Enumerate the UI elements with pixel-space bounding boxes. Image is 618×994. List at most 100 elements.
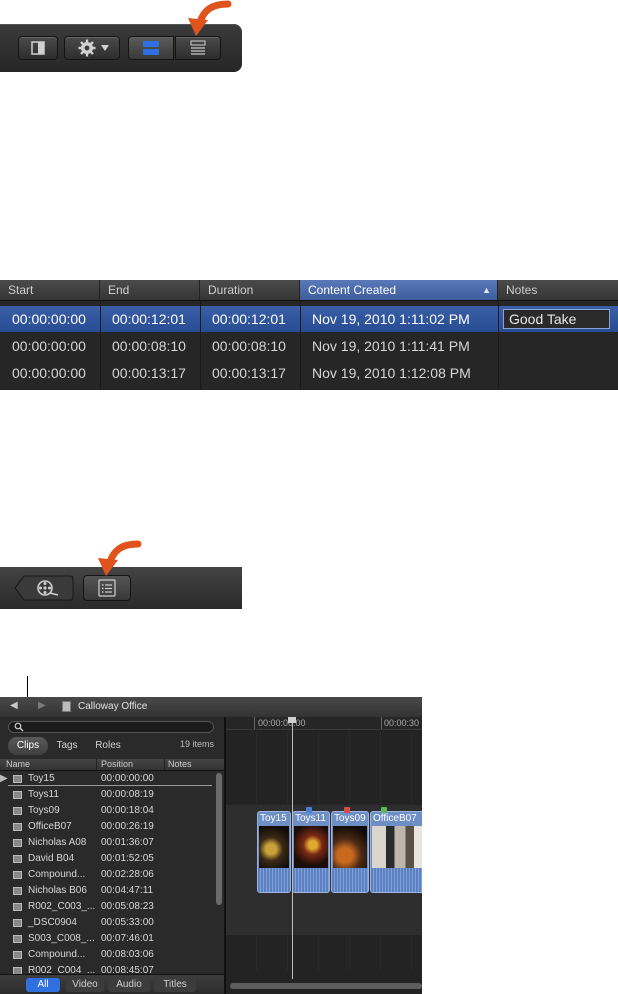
viewer-toggle-button[interactable]: [18, 36, 58, 60]
column-header-notes[interactable]: Notes: [498, 280, 618, 300]
timeline: 00:00:00:00 00:00:30 Toy15 Toys11 Toys09…: [226, 717, 422, 994]
column-header-label: Content Created: [308, 283, 397, 297]
content-created-cell: Nov 19, 2010 1:11:02 PM: [312, 311, 470, 327]
viewer-icon: [31, 41, 45, 55]
timeline-clip[interactable]: Toys11: [292, 811, 330, 893]
filmstrip-view-button[interactable]: [128, 36, 174, 60]
list-item[interactable]: Nicholas A08 00:01:36:07: [0, 835, 214, 851]
search-input[interactable]: [8, 721, 214, 733]
clip-icon: [13, 919, 22, 927]
column-header-end[interactable]: End: [100, 280, 200, 300]
column-header-content-created[interactable]: Content Created ▲: [300, 280, 498, 300]
clip-label: Toys09: [334, 813, 366, 824]
tab-titles[interactable]: Titles: [154, 978, 196, 992]
audio-waveform: [293, 868, 329, 892]
clip-label: Toys11: [295, 813, 326, 824]
clip-icon: [13, 935, 22, 943]
tab-video[interactable]: Video: [66, 978, 104, 992]
list-item[interactable]: Toys11 00:00:08:19: [0, 787, 214, 803]
end-cell: 00:00:08:10: [112, 338, 186, 354]
table-row[interactable]: 00:00:00:00 00:00:13:17 00:00:13:17 Nov …: [0, 360, 618, 386]
audio-waveform: [371, 868, 422, 892]
duration-cell: 00:00:08:10: [212, 338, 286, 354]
pane-splitter[interactable]: [224, 717, 226, 994]
ruler-label: 00:00:30: [384, 718, 420, 728]
list-item[interactable]: _DSC0904 00:05:33:00: [0, 915, 214, 931]
marker-icon[interactable]: [306, 807, 312, 813]
list-item[interactable]: Compound... 00:02:28:06: [0, 867, 214, 883]
timeline-clip[interactable]: OfficeB07: [370, 811, 422, 893]
ruler-label: 00:00:00:00: [258, 718, 306, 728]
list-header-name[interactable]: Name: [6, 759, 30, 769]
search-icon: [14, 722, 24, 732]
list-view-icon: [190, 40, 206, 55]
playhead-handle[interactable]: [288, 717, 296, 723]
list-item[interactable]: Toys09 00:00:18:04: [0, 803, 214, 819]
clip-thumbnail: [372, 826, 422, 868]
project-icon: [62, 701, 71, 712]
action-menu-button[interactable]: [64, 36, 120, 60]
content-created-cell: Nov 19, 2010 1:12:08 PM: [312, 365, 471, 381]
end-cell: 00:00:13:17: [112, 365, 186, 381]
browser-title-bar: ◀ ▶ Calloway Office: [0, 697, 422, 718]
list-item[interactable]: S003_C008_... 00:07:46:01: [0, 931, 214, 947]
list-header-position[interactable]: Position: [101, 759, 133, 769]
tab-tags[interactable]: Tags: [50, 737, 84, 755]
clip-thumbnail: [259, 826, 289, 868]
forward-arrow-icon[interactable]: ▶: [38, 700, 46, 711]
timeline-clip[interactable]: Toy15: [257, 811, 291, 893]
table-row[interactable]: 00:00:00:00 00:00:12:01 00:00:12:01 Nov …: [0, 306, 618, 332]
table-header: Start End Duration Content Created ▲ Not…: [0, 280, 618, 301]
list-header: Name Position Notes: [0, 759, 224, 771]
vertical-scrollbar[interactable]: [216, 773, 222, 905]
marker-icon[interactable]: [344, 807, 350, 813]
callout-arrow-icon: [188, 0, 232, 36]
duration-cell: 00:00:12:01: [212, 311, 286, 327]
content-created-cell: Nov 19, 2010 1:11:41 PM: [312, 338, 470, 354]
table-row[interactable]: 00:00:00:00 00:00:08:10 00:00:08:10 Nov …: [0, 333, 618, 359]
clip-icon: [13, 871, 22, 879]
clip-icon: [13, 855, 22, 863]
horizontal-scrollbar[interactable]: [230, 983, 422, 989]
sort-ascending-icon: ▲: [482, 285, 491, 295]
column-header-duration[interactable]: Duration: [200, 280, 300, 300]
duration-cell: 00:00:13:17: [212, 365, 286, 381]
notes-field[interactable]: Good Take: [503, 309, 610, 329]
clip-index: Clips Tags Roles 19 items Name Position …: [0, 717, 224, 994]
bottom-filter-bar: All Video Audio Titles: [0, 974, 224, 994]
tab-clips[interactable]: Clips: [8, 737, 48, 755]
tab-audio[interactable]: Audio: [108, 978, 150, 992]
clip-icon: [13, 823, 22, 831]
tab-all[interactable]: All: [26, 978, 60, 992]
column-divider: [300, 300, 301, 390]
callout-arrow-icon: [98, 540, 142, 576]
clip-label: OfficeB07: [373, 813, 417, 824]
clip-icon: [13, 807, 22, 815]
list-item[interactable]: Toy15 00:00:00:00: [0, 771, 214, 787]
list-header-notes[interactable]: Notes: [168, 759, 192, 769]
marker-icon[interactable]: [381, 807, 387, 813]
chevron-down-icon: [101, 45, 109, 51]
event-browser-button[interactable]: [14, 575, 74, 601]
list-item[interactable]: R002_C003_... 00:05:08:23: [0, 899, 214, 915]
list-item[interactable]: Compound... 00:08:03:06: [0, 947, 214, 963]
list-item[interactable]: David B04 00:01:52:05: [0, 851, 214, 867]
clip-icon: [13, 791, 22, 799]
clip-thumbnail: [294, 826, 328, 868]
list-item[interactable]: Nicholas B06 00:04:47:11: [0, 883, 214, 899]
column-header-start[interactable]: Start: [0, 280, 100, 300]
timeline-clip[interactable]: Toys09: [331, 811, 369, 893]
clip-label: Toy15: [260, 813, 287, 824]
clip-icon: [13, 839, 22, 847]
list-item[interactable]: OfficeB07 00:00:26:19: [0, 819, 214, 835]
filmstrip-view-icon: [143, 41, 159, 55]
clip-thumbnail: [333, 826, 367, 868]
column-divider: [498, 300, 499, 390]
start-cell: 00:00:00:00: [12, 311, 86, 327]
column-divider: [100, 300, 101, 390]
playhead[interactable]: [292, 717, 293, 979]
tab-roles[interactable]: Roles: [88, 737, 128, 755]
start-cell: 00:00:00:00: [12, 338, 86, 354]
back-arrow-icon[interactable]: ◀: [10, 700, 18, 711]
project-title: Calloway Office: [78, 701, 148, 712]
